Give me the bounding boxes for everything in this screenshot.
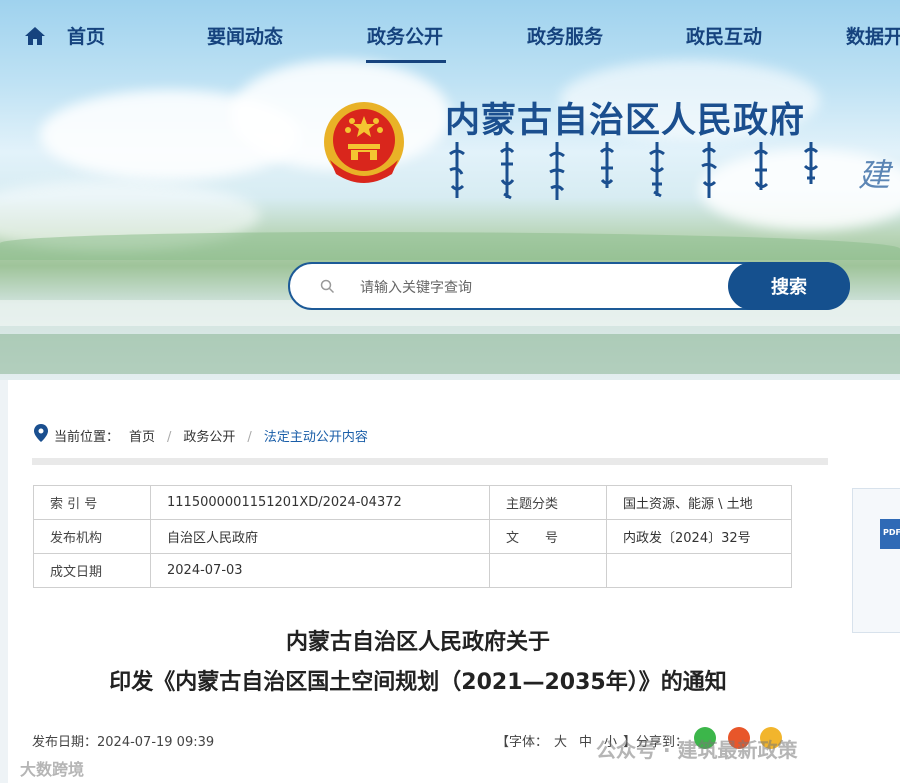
attachment-card[interactable]: PDF <box>852 488 900 633</box>
mongolian-script-glyph <box>496 140 518 202</box>
content-panel: 当前位置： 首页 / 政务公开 / 法定主动公开内容 索 引 号 11150000011… <box>8 380 900 783</box>
meta-key: 索 引 号 <box>33 485 151 520</box>
document-meta-table: 索 引 号 1115000001151201XD/2024-04372 主题分类… <box>33 485 792 588</box>
breadcrumb-home[interactable]: 首页 <box>129 430 155 445</box>
meta-key: 文 号 <box>489 519 607 554</box>
watermark-left: 大数跨境 <box>20 760 85 779</box>
breadcrumb-current[interactable]: 法定主动公开内容 <box>264 430 368 445</box>
watermark-right: 公众号 · 建筑最新政策 <box>596 738 798 762</box>
meta-key: 发布机构 <box>33 519 151 554</box>
table-row: 索 引 号 1115000001151201XD/2024-04372 主题分类… <box>33 485 792 520</box>
mongolian-script-glyph <box>698 140 720 202</box>
nav-home[interactable]: 首页 <box>67 22 105 49</box>
breadcrumb-separator: / <box>167 430 172 445</box>
font-size-large[interactable]: 大 <box>554 735 567 750</box>
breadcrumb-label: 当前位置： <box>54 430 120 445</box>
location-pin-icon <box>34 424 48 442</box>
nav-government-affairs[interactable]: 政务公开 <box>367 22 443 49</box>
meta-value <box>606 553 792 588</box>
mongolian-script-glyph <box>546 140 568 202</box>
national-emblem-icon <box>324 102 404 183</box>
meta-key: 成文日期 <box>33 553 151 588</box>
nav-active-indicator <box>366 60 446 63</box>
table-row: 成文日期 2024-07-03 <box>33 553 792 588</box>
nav-news[interactable]: 要闻动态 <box>207 22 283 49</box>
table-row: 发布机构 自治区人民政府 文 号 内政发〔2024〕32号 <box>33 519 792 554</box>
document-title-line2: 印发《内蒙古自治区国土空间规划（2021—2035年）》的通知 <box>109 670 727 695</box>
document-title-line1: 内蒙古自治区人民政府关于 <box>285 630 550 655</box>
slogan-edge-text: 建 <box>858 156 891 194</box>
meta-value: 2024-07-03 <box>150 553 490 588</box>
search-input[interactable] <box>358 276 722 300</box>
site-title: 内蒙古自治区人民政府 <box>445 101 806 141</box>
mongolian-script-glyph <box>596 140 618 202</box>
search-icon <box>320 279 335 294</box>
publish-date: 发布日期：2024-07-19 09:39 <box>32 735 215 750</box>
pdf-icon[interactable]: PDF <box>880 519 900 549</box>
meta-key: 主题分类 <box>489 485 607 520</box>
search-box: 搜索 <box>288 262 850 310</box>
mongolian-script-glyph <box>446 140 468 202</box>
nav-data[interactable]: 数据开 <box>846 22 900 49</box>
mongolian-script-glyph <box>646 140 668 202</box>
top-nav: 首页 要闻动态 政务公开 政务服务 政民互动 数据开 <box>0 0 900 70</box>
meta-value: 内政发〔2024〕32号 <box>606 519 792 554</box>
mongolian-script-glyph <box>750 140 772 202</box>
meta-value: 1115000001151201XD/2024-04372 <box>150 485 490 520</box>
section-divider <box>32 458 828 465</box>
home-icon[interactable] <box>24 25 46 47</box>
breadcrumb-separator: / <box>247 430 252 445</box>
meta-value: 国土资源、能源 \ 土地 <box>606 485 792 520</box>
meta-key <box>489 553 607 588</box>
breadcrumb: 首页 / 政务公开 / 法定主动公开内容 <box>129 426 368 445</box>
breadcrumb-government-affairs[interactable]: 政务公开 <box>183 430 235 445</box>
mongolian-script-glyph <box>800 140 822 202</box>
nav-interaction[interactable]: 政民互动 <box>686 22 762 49</box>
nav-services[interactable]: 政务服务 <box>527 22 603 49</box>
search-button[interactable]: 搜索 <box>728 262 850 310</box>
meta-value: 自治区人民政府 <box>150 519 490 554</box>
font-size-medium[interactable]: 中 <box>579 735 592 750</box>
